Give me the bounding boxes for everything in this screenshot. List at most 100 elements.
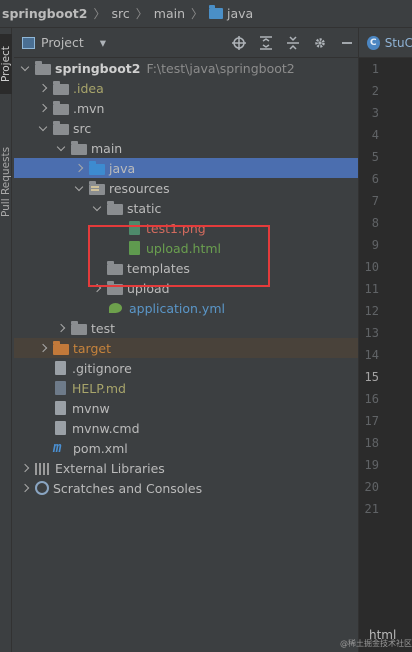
- tree-item-resources[interactable]: resources: [14, 178, 358, 198]
- project-icon: [22, 36, 35, 49]
- watermark: @稀土掘金技术社区: [340, 639, 412, 648]
- locate-file-icon[interactable]: [232, 36, 246, 50]
- maven-icon: m: [53, 440, 62, 456]
- tree-item-label: Scratches and Consoles: [53, 480, 203, 496]
- tree-item-main[interactable]: main: [14, 138, 358, 158]
- line-number: 4: [371, 128, 379, 142]
- chevron-right-icon[interactable]: [38, 103, 48, 113]
- folder-icon: [35, 60, 51, 75]
- folder-icon: [71, 140, 87, 155]
- left-tool-strip: Project Pull Requests: [0, 28, 12, 652]
- excluded-folder-icon: [53, 340, 69, 355]
- text-file-icon: [55, 361, 66, 375]
- chevron-right-icon[interactable]: [56, 323, 66, 333]
- tree-item-test[interactable]: test: [14, 318, 358, 338]
- tree-item-mvn[interactable]: .mvn: [14, 98, 358, 118]
- line-number: 20: [364, 480, 379, 494]
- tree-item-pom-xml[interactable]: m pom.xml: [14, 438, 358, 458]
- project-tree: springboot2 F:\test\java\springboot2 .id…: [14, 58, 358, 498]
- editor-tab[interactable]: C StuC: [359, 28, 412, 58]
- chevron-right-icon[interactable]: [20, 483, 30, 493]
- line-number: 9: [371, 238, 379, 252]
- line-number: 7: [371, 194, 379, 208]
- tree-item-label: target: [73, 340, 112, 356]
- breadcrumb-separator: 〉: [93, 7, 106, 21]
- tree-item-help-md[interactable]: HELP.md: [14, 378, 358, 398]
- chevron-right-icon[interactable]: [74, 163, 84, 173]
- tree-item-label: java: [109, 160, 136, 176]
- source-folder-icon: [89, 160, 105, 175]
- editor-area: C StuC 1 2 3 4 5 6 7 8 9 10 11 12 13 14 15 16 17 18 19 20 21…: [358, 28, 412, 652]
- breadcrumb-java-label: java: [227, 6, 254, 21]
- tree-item-mvnw[interactable]: mvnw: [14, 398, 358, 418]
- script-file-icon: [55, 421, 66, 435]
- chevron-down-icon[interactable]: [20, 63, 30, 73]
- folder-icon: [107, 200, 123, 215]
- yaml-file-icon: [109, 301, 123, 315]
- tree-item-static[interactable]: static: [14, 198, 358, 218]
- tree-item-label: HELP.md: [72, 380, 126, 396]
- line-number: 12: [364, 304, 379, 318]
- folder-icon: [71, 320, 87, 335]
- gear-icon[interactable]: [313, 36, 327, 50]
- tree-item-label: .gitignore: [72, 360, 132, 376]
- collapse-all-icon[interactable]: [286, 36, 300, 50]
- line-number: 10: [364, 260, 379, 274]
- tree-item-idea[interactable]: .idea: [14, 78, 358, 98]
- markdown-file-icon: [55, 381, 66, 395]
- tree-item-label: main: [91, 140, 123, 156]
- breadcrumb-main[interactable]: main: [154, 6, 185, 21]
- line-number: 3: [371, 106, 379, 120]
- tree-item-path: F:\test\java\springboot2: [146, 60, 295, 76]
- tree-item-application-yml[interactable]: application.yml: [14, 298, 358, 318]
- breadcrumb-project[interactable]: springboot2: [2, 6, 87, 21]
- tree-item-root[interactable]: springboot2 F:\test\java\springboot2: [14, 58, 358, 78]
- library-icon: [35, 462, 51, 475]
- line-number: 5: [371, 150, 379, 164]
- folder-icon: [53, 80, 69, 95]
- panel-toolbar: [232, 28, 354, 58]
- expand-all-icon[interactable]: [259, 36, 273, 50]
- folder-icon: [209, 5, 224, 19]
- tree-item-target[interactable]: target: [14, 338, 358, 358]
- tree-item-external-libraries[interactable]: External Libraries: [14, 458, 358, 478]
- hide-panel-icon[interactable]: [340, 36, 354, 50]
- project-panel-header: Project ▾: [14, 28, 358, 58]
- breadcrumb: springboot2 〉 src 〉 main 〉 java: [0, 0, 412, 28]
- tool-tab-pull-requests[interactable]: Pull Requests: [0, 136, 12, 228]
- line-number: 17: [364, 414, 379, 428]
- tree-item-java[interactable]: java: [14, 158, 358, 178]
- chevron-right-icon[interactable]: [38, 343, 48, 353]
- tree-item-label: .mvn: [73, 100, 105, 116]
- breadcrumb-java[interactable]: java: [209, 5, 254, 21]
- breadcrumb-src[interactable]: src: [112, 6, 130, 21]
- chevron-down-icon[interactable]: [38, 123, 48, 133]
- editor-tab-label: StuC: [384, 35, 412, 50]
- tree-item-label: test: [91, 320, 116, 336]
- tree-item-label: src: [73, 120, 92, 136]
- line-number: 2: [371, 84, 379, 98]
- chevron-down-icon[interactable]: [92, 203, 102, 213]
- tree-item-label: pom.xml: [73, 440, 128, 456]
- tool-tab-project[interactable]: Project: [0, 34, 12, 94]
- breadcrumb-separator: 〉: [191, 7, 204, 21]
- class-icon: C: [367, 35, 380, 50]
- tree-item-label: application.yml: [129, 300, 225, 316]
- folder-icon: [53, 120, 69, 135]
- tree-item-label: springboot2: [55, 60, 141, 76]
- tree-item-gitignore[interactable]: .gitignore: [14, 358, 358, 378]
- chevron-right-icon[interactable]: [20, 463, 30, 473]
- chevron-down-icon[interactable]: [74, 183, 84, 193]
- chevron-right-icon[interactable]: [38, 83, 48, 93]
- tree-item-scratches[interactable]: Scratches and Consoles: [14, 478, 358, 498]
- tree-item-label: mvnw: [72, 400, 110, 416]
- resources-folder-icon: [89, 180, 105, 195]
- tree-item-mvnw-cmd[interactable]: mvnw.cmd: [14, 418, 358, 438]
- project-panel: Project ▾ springboot2 F:\test\java\sprin…: [14, 28, 358, 652]
- line-number: 1: [371, 62, 379, 76]
- tree-item-label: mvnw.cmd: [72, 420, 140, 436]
- line-number: 21: [364, 502, 379, 516]
- chevron-down-icon[interactable]: [56, 143, 66, 153]
- project-view-selector[interactable]: Project ▾: [22, 35, 106, 50]
- tree-item-src[interactable]: src: [14, 118, 358, 138]
